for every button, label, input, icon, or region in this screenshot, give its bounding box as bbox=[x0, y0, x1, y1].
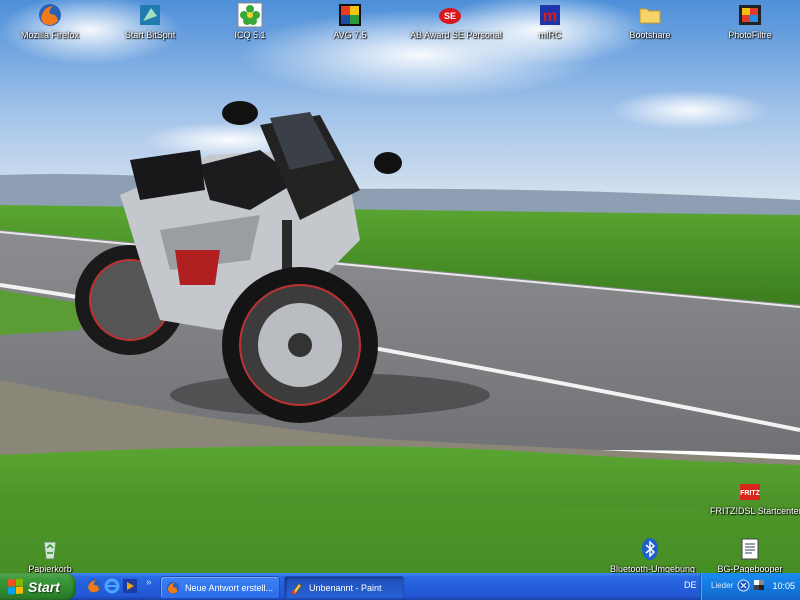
desktop-icon-bootshare[interactable]: Bootshare bbox=[610, 2, 690, 40]
mirc-icon: m bbox=[537, 2, 563, 28]
start-label: Start bbox=[28, 578, 60, 595]
task-button-paint[interactable]: Unbenannt - Paint bbox=[284, 576, 404, 599]
desktop-icon-recycle-bin[interactable]: Papierkorb bbox=[10, 536, 90, 573]
desktop-icon-label: Start BitSprit bbox=[124, 30, 176, 40]
recycle-bin-icon bbox=[37, 536, 63, 562]
quick-launch-firefox-icon[interactable] bbox=[86, 578, 102, 594]
desktop-icon-fritz[interactable]: FRITZ FRITZ!DSL Startcenter bbox=[710, 478, 800, 516]
quick-launch-ie-icon[interactable] bbox=[104, 578, 120, 594]
bluetooth-icon bbox=[637, 536, 663, 562]
desktop-icon-bg-pagebooper[interactable]: BG-Pagebooper bbox=[710, 536, 790, 573]
document-icon bbox=[737, 536, 763, 562]
desktop-icon-icq[interactable]: ICQ 5.1 bbox=[210, 2, 290, 40]
clock[interactable]: 10:05 bbox=[772, 581, 795, 591]
desktop-icon-mirc[interactable]: m mIRC bbox=[510, 2, 590, 40]
windows-logo-icon bbox=[8, 578, 23, 595]
start-button[interactable]: Start bbox=[0, 573, 76, 600]
svg-text:SE: SE bbox=[444, 11, 456, 21]
task-label: Neue Antwort erstell... bbox=[185, 582, 274, 593]
desktop-icon-label: mIRC bbox=[538, 30, 562, 40]
svg-text:m: m bbox=[543, 8, 557, 25]
bitsprit-icon bbox=[137, 2, 163, 28]
quick-launch-media-player-icon[interactable] bbox=[122, 578, 138, 594]
desktop-icon-label: Mozilla Firefox bbox=[20, 30, 79, 40]
photofiltre-icon bbox=[737, 2, 763, 28]
system-tray: Lieder 10:05 bbox=[700, 573, 800, 600]
icq-icon bbox=[237, 2, 263, 28]
network-icon[interactable] bbox=[737, 579, 750, 592]
avg-icon bbox=[337, 2, 363, 28]
desktop-icon-label: Bootshare bbox=[629, 30, 671, 40]
desktop-icon-bitsprit[interactable]: Start BitSprit bbox=[110, 2, 190, 40]
task-button-firefox[interactable]: Neue Antwort erstell... bbox=[160, 576, 280, 599]
desktop-icon-photofiltre[interactable]: PhotoFiltre bbox=[710, 2, 790, 40]
desktop-icon-avg[interactable]: AVG 7.5 bbox=[310, 2, 390, 40]
desktop-icon-label: Papierkorb bbox=[28, 564, 72, 573]
paint-icon bbox=[291, 582, 302, 595]
desktop-icon-label: Bluetooth-Umgebung bbox=[610, 564, 696, 573]
desktop: Mozilla Firefox Start BitSprit ICQ 5.1 A… bbox=[0, 0, 800, 573]
language-indicator[interactable]: DE bbox=[684, 580, 697, 590]
folder-icon bbox=[637, 2, 663, 28]
firefox-icon bbox=[166, 581, 180, 594]
firefox-icon bbox=[37, 2, 63, 28]
tray-label: Lieder bbox=[711, 581, 734, 590]
desktop-icon-firefox[interactable]: Mozilla Firefox bbox=[10, 2, 90, 40]
desktop-icon-label: AB Award SE Personal bbox=[410, 30, 502, 40]
desktop-icon-label: ICQ 5.1 bbox=[234, 30, 266, 40]
task-label: Unbenannt - Paint bbox=[309, 582, 382, 593]
ab-award-icon: SE bbox=[437, 2, 463, 28]
desktop-icon-bluetooth[interactable]: Bluetooth-Umgebung bbox=[610, 536, 696, 573]
desktop-icon-label: FRITZ!DSL Startcenter bbox=[710, 506, 800, 516]
quick-launch-overflow[interactable]: » bbox=[146, 577, 152, 588]
volume-icon[interactable] bbox=[753, 579, 766, 592]
taskbar: Start » Neue Antwort erstell... Unbenann… bbox=[0, 573, 800, 600]
wallpaper bbox=[0, 0, 800, 573]
svg-text:FRITZ: FRITZ bbox=[740, 490, 761, 497]
desktop-icon-ab-award[interactable]: SE AB Award SE Personal bbox=[410, 2, 502, 40]
fritz-icon: FRITZ bbox=[737, 478, 763, 504]
desktop-icon-label: PhotoFiltre bbox=[728, 30, 772, 40]
desktop-icon-label: AVG 7.5 bbox=[333, 30, 367, 40]
desktop-icon-label: BG-Pagebooper bbox=[717, 564, 783, 573]
